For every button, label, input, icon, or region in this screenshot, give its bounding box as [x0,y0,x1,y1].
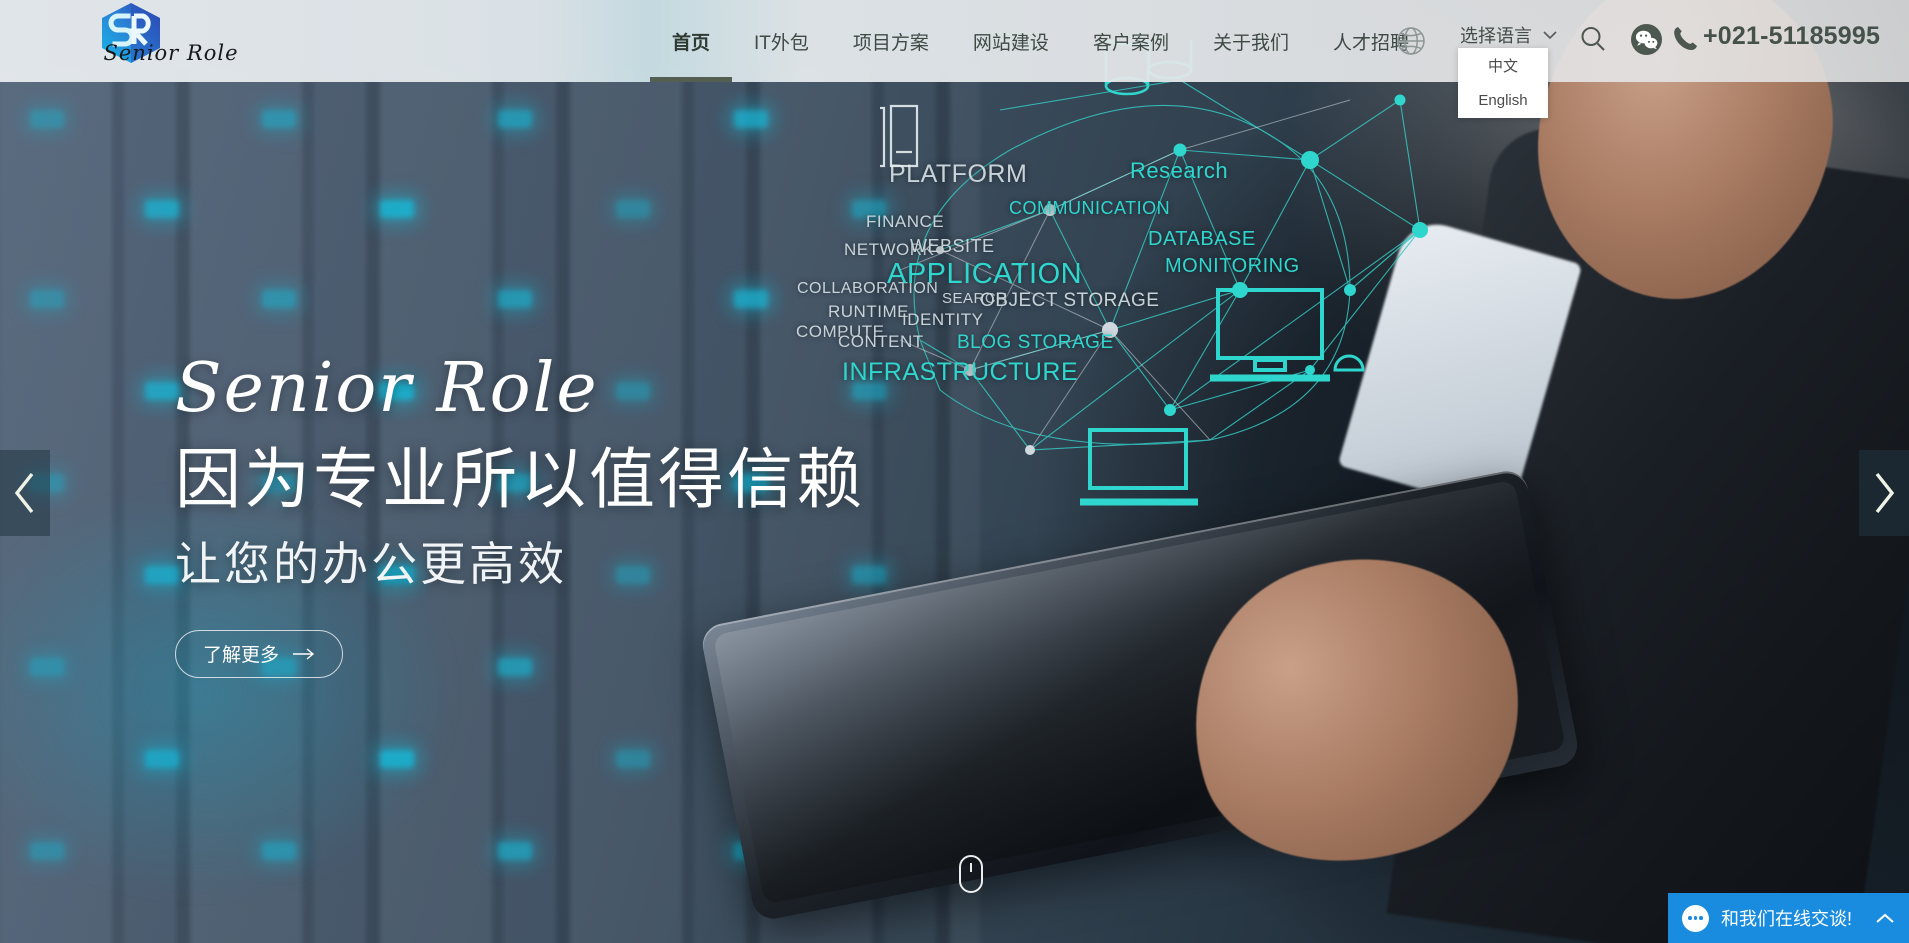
carousel-prev-button[interactable] [0,450,50,536]
laptop-icon [1080,428,1198,506]
wechat-icon[interactable] [1631,24,1662,55]
phone-icon[interactable] [1671,24,1700,53]
nav-item-5[interactable]: 关于我们 [1191,0,1311,82]
globe-icon[interactable] [1395,25,1427,57]
arrow-right-icon [293,648,315,660]
nav-item-label: 项目方案 [852,32,929,54]
hero-copy: Senior Role 因为专业所以值得信赖 让您的办公更高效 了解更多 [175,355,865,678]
nav-item-label: 关于我们 [1212,32,1289,54]
monitor-icon [1210,288,1365,382]
chevron-down-icon [1543,31,1558,40]
language-selector-label: 选择语言 [1460,26,1532,46]
live-chat-widget[interactable]: 和我们在线交谈! [1668,893,1909,943]
server-stack-icon [823,104,919,168]
language-option-zh[interactable]: 中文 [1458,48,1548,83]
device-glyphs [763,16,1520,600]
nav-item-0[interactable]: 首页 [650,0,733,82]
page-stage: PLATFORM Research FINANCE COMMUNICATION DATA… [0,0,1909,943]
learn-more-button[interactable]: 了解更多 [175,629,343,678]
hero-subheadline: 让您的办公更高效 [175,537,567,590]
nav-item-3[interactable]: 网站建设 [951,0,1071,82]
chat-bubble-icon [1682,904,1709,932]
brand-logo-block[interactable]: Senior Role [76,1,266,81]
nav-item-label: 网站建设 [972,32,1049,54]
nav-item-label: IT外包 [754,32,809,54]
nav-item-label: 首页 [672,32,711,54]
site-header: Senior Role 首页 IT外包 项目方案 网站建设 客户案例 关于我们 人才招聘 选… [0,0,1909,82]
brand-name: Senior Role [103,41,239,65]
chevron-left-icon [14,472,34,514]
learn-more-label: 了解更多 [202,645,279,667]
hero-headline: 因为专业所以值得信赖 [175,442,865,516]
nav-item-4[interactable]: 客户案例 [1071,0,1191,82]
nav-item-2[interactable]: 项目方案 [831,0,951,82]
live-chat-label: 和我们在线交谈! [1721,909,1853,929]
language-option-en[interactable]: English [1458,83,1548,118]
chevron-right-icon [1875,472,1895,514]
hero-script-title: Senior Role [175,349,599,428]
language-dropdown-menu: 中文 English [1458,48,1548,118]
nav-item-1[interactable]: IT外包 [732,0,831,82]
phone-number[interactable]: +021-51185995 [1703,22,1880,51]
scroll-down-mouse-icon[interactable] [959,855,983,893]
language-selector[interactable]: 选择语言 [1460,22,1558,48]
primary-nav: 首页 IT外包 项目方案 网站建设 客户案例 关于我们 人才招聘 [650,0,1431,82]
nav-item-label: 客户案例 [1092,32,1169,54]
search-icon[interactable] [1578,24,1608,54]
carousel-next-button[interactable] [1859,450,1909,536]
chevron-up-icon[interactable] [1875,912,1895,924]
